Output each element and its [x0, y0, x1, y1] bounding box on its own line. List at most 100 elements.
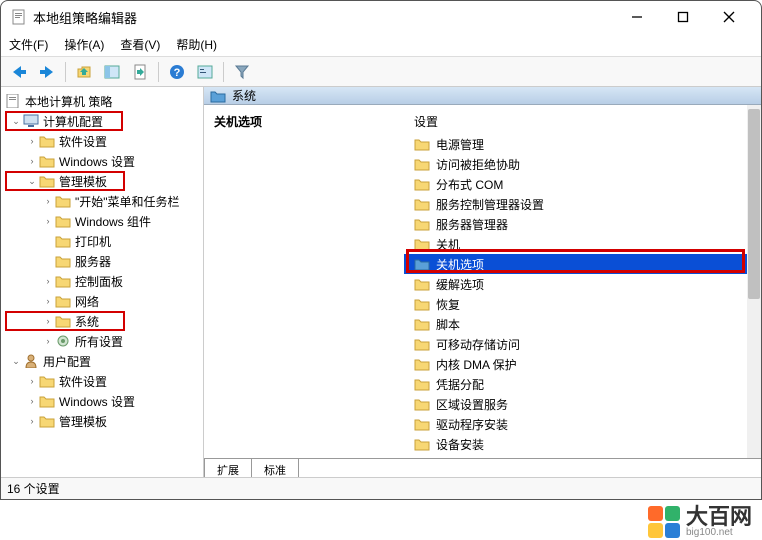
selection-title: 关机选项 [214, 113, 394, 130]
expander-open-icon[interactable]: ⌄ [9, 356, 23, 367]
folder-icon [414, 217, 430, 231]
tree-root[interactable]: 本地计算机 策略 [1, 91, 203, 111]
list-item-label: 脚本 [436, 316, 460, 333]
tree-win-components[interactable]: › Windows 组件 [1, 211, 203, 231]
tree-label: Windows 设置 [59, 153, 135, 170]
tree-windows-settings-2[interactable]: › Windows 设置 [1, 391, 203, 411]
list-item-label: 恢复 [436, 296, 460, 313]
tree-control-panel[interactable]: › 控制面板 [1, 271, 203, 291]
folder-icon [55, 294, 71, 308]
tree-software-settings[interactable]: › 软件设置 [1, 131, 203, 151]
expander-open-icon[interactable]: ⌄ [25, 176, 39, 187]
list-item[interactable]: 访问被拒绝协助 [404, 154, 761, 174]
expander-closed-icon[interactable]: › [25, 136, 39, 146]
folder-icon [414, 337, 430, 351]
list-item[interactable]: 服务器管理器 [404, 214, 761, 234]
show-hide-tree-button[interactable] [100, 60, 124, 84]
list-item[interactable]: 驱动程序安装 [404, 414, 761, 434]
export-list-button[interactable] [128, 60, 152, 84]
document-icon [5, 94, 21, 108]
list-item[interactable]: 内核 DMA 保护 [404, 354, 761, 374]
back-button[interactable] [7, 60, 31, 84]
list-item-label: 驱动程序安装 [436, 416, 508, 433]
list-item[interactable]: 服务控制管理器设置 [404, 194, 761, 214]
column-header-settings[interactable]: 设置 [404, 109, 761, 134]
minimize-button[interactable] [623, 5, 651, 29]
list-item[interactable]: 缓解选项 [404, 274, 761, 294]
forward-button[interactable] [35, 60, 59, 84]
list-item[interactable]: 分布式 COM [404, 174, 761, 194]
watermark-url: big100.net [686, 528, 752, 538]
expander-closed-icon[interactable]: › [41, 276, 55, 286]
menu-help[interactable]: 帮助(H) [176, 36, 217, 53]
scrollbar-thumb[interactable] [748, 109, 760, 299]
watermark-name: 大百网 [686, 506, 752, 528]
folder-icon [414, 437, 430, 451]
tree-label: 所有设置 [75, 333, 123, 350]
folder-icon [414, 257, 430, 271]
filter-button[interactable] [230, 60, 254, 84]
list-item[interactable]: 可移动存储访问 [404, 334, 761, 354]
folder-icon [414, 377, 430, 391]
tree-software-settings-2[interactable]: › 软件设置 [1, 371, 203, 391]
watermark-text: 大百网 big100.net [686, 506, 752, 538]
tree-computer-config[interactable]: ⌄ 计算机配置 [1, 111, 203, 131]
expander-closed-icon[interactable]: › [41, 196, 55, 206]
tree-start-menu[interactable]: › "开始"菜单和任务栏 [1, 191, 203, 211]
expander-closed-icon[interactable]: › [25, 376, 39, 386]
tree-admin-templates[interactable]: ⌄ 管理模板 [1, 171, 203, 191]
tree-network[interactable]: › 网络 [1, 291, 203, 311]
menubar: 文件(F) 操作(A) 查看(V) 帮助(H) [1, 33, 761, 57]
list-item[interactable]: 区域设置服务 [404, 394, 761, 414]
list-item[interactable]: 脚本 [404, 314, 761, 334]
tree-label: 管理模板 [59, 413, 107, 430]
tree-server[interactable]: 服务器 [1, 251, 203, 271]
folder-icon [55, 274, 71, 288]
list-item-label: 设备安装 [436, 436, 484, 453]
tree-admin-templates-2[interactable]: › 管理模板 [1, 411, 203, 431]
close-button[interactable] [715, 5, 743, 29]
tree-printers[interactable]: 打印机 [1, 231, 203, 251]
expander-closed-icon[interactable]: › [41, 336, 55, 346]
properties-button[interactable] [193, 60, 217, 84]
list-item[interactable]: 电源管理 [404, 134, 761, 154]
menu-view[interactable]: 查看(V) [120, 36, 160, 53]
watermark-logo [648, 506, 680, 538]
list-item[interactable]: 关机 [404, 234, 761, 254]
tree-panel[interactable]: 本地计算机 策略 ⌄ 计算机配置 › 软件设置 › Windows 设置 ⌄ 管… [1, 87, 204, 477]
list-item[interactable]: 关机选项 [404, 254, 761, 274]
list-item-label: 电源管理 [436, 136, 484, 153]
window-title: 本地组策略编辑器 [33, 8, 623, 27]
tree-label: 服务器 [75, 253, 111, 270]
tree-system[interactable]: › 系统 [1, 311, 203, 331]
expander-closed-icon[interactable]: › [25, 396, 39, 406]
scrollbar-track[interactable] [747, 105, 761, 458]
watermark: 大百网 big100.net [648, 506, 752, 538]
menu-file[interactable]: 文件(F) [9, 36, 48, 53]
app-window: 本地组策略编辑器 文件(F) 操作(A) 查看(V) 帮助(H) ? 本地计算机… [0, 0, 762, 500]
folder-icon [39, 394, 55, 408]
folder-icon [414, 137, 430, 151]
expander-open-icon[interactable]: ⌄ [9, 116, 23, 127]
folder-icon [210, 89, 226, 103]
list-item-label: 服务控制管理器设置 [436, 196, 544, 213]
expander-closed-icon[interactable]: › [41, 316, 55, 326]
folder-icon [414, 317, 430, 331]
tree-user-config[interactable]: ⌄ 用户配置 [1, 351, 203, 371]
help-button[interactable]: ? [165, 60, 189, 84]
up-button[interactable] [72, 60, 96, 84]
list-item[interactable]: 凭据分配 [404, 374, 761, 394]
tree-all-settings[interactable]: › 所有设置 [1, 331, 203, 351]
expander-closed-icon[interactable]: › [41, 216, 55, 226]
list-item[interactable]: 恢复 [404, 294, 761, 314]
menu-action[interactable]: 操作(A) [64, 36, 104, 53]
list-item[interactable]: 设备安装 [404, 434, 761, 454]
tree-label: 软件设置 [59, 373, 107, 390]
expander-closed-icon[interactable]: › [25, 416, 39, 426]
details-panel: 系统 关机选项 设置 电源管理访问被拒绝协助分布式 COM服务控制管理器设置服务… [204, 87, 761, 477]
maximize-button[interactable] [669, 5, 697, 29]
tree-windows-settings[interactable]: › Windows 设置 [1, 151, 203, 171]
content-area: 本地计算机 策略 ⌄ 计算机配置 › 软件设置 › Windows 设置 ⌄ 管… [1, 87, 761, 477]
expander-closed-icon[interactable]: › [25, 156, 39, 166]
expander-closed-icon[interactable]: › [41, 296, 55, 306]
